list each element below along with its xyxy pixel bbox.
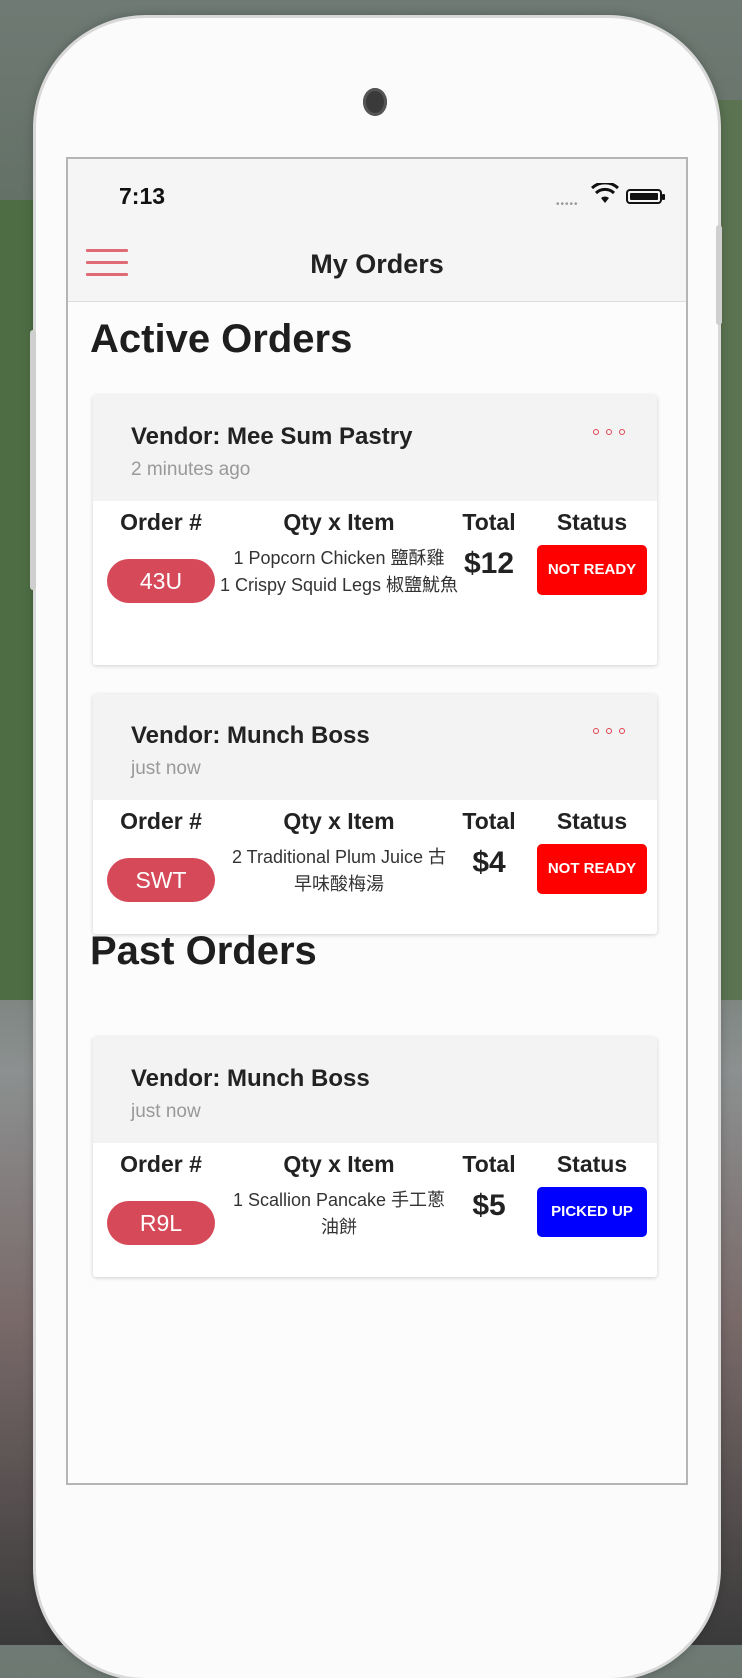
order-items: 1 Scallion Pancake 手工蔥油餅	[224, 1187, 454, 1241]
more-options-icon[interactable]	[593, 427, 629, 439]
side-button	[30, 330, 36, 590]
column-header-total: Total	[462, 808, 516, 834]
order-time: just now	[131, 1101, 201, 1122]
column-header-status: Status	[556, 808, 628, 834]
order-item: 1 Scallion Pancake 手工蔥油餅	[232, 1190, 446, 1237]
status-badge: NOT READY	[537, 844, 647, 894]
order-card-header: Vendor: Munch Boss just now	[93, 694, 657, 800]
background-foliage-left	[0, 200, 40, 1000]
status-bar: 7:13 •••••	[68, 159, 686, 229]
vendor-name: Vendor: Munch Boss	[131, 722, 370, 749]
order-card: Vendor: Munch Boss just now Order # Qty …	[93, 1037, 657, 1277]
vendor-name: Vendor: Mee Sum Pastry	[131, 423, 413, 450]
column-header-order: Order #	[120, 509, 202, 535]
wifi-icon	[591, 183, 619, 203]
app-screen: 7:13 ••••• My Orders Active Orders Vendo…	[66, 157, 688, 1485]
column-header-item: Qty x Item	[283, 1151, 395, 1177]
status-badge: PICKED UP	[537, 1187, 647, 1237]
order-card: Vendor: Mee Sum Pastry 2 minutes ago Ord…	[93, 395, 657, 665]
page-title: My Orders	[310, 249, 444, 279]
column-header-order: Order #	[120, 808, 202, 834]
order-number-badge: 43U	[107, 559, 215, 603]
vendor-name: Vendor: Munch Boss	[131, 1065, 370, 1092]
column-header-total: Total	[462, 509, 516, 535]
past-orders-heading: Past Orders	[90, 929, 317, 973]
order-card: Vendor: Munch Boss just now Order # Qty …	[93, 694, 657, 934]
order-number-badge: SWT	[107, 858, 215, 902]
active-orders-heading: Active Orders	[90, 317, 353, 361]
column-header-status: Status	[556, 509, 628, 535]
camera-icon	[363, 88, 387, 116]
order-card-header: Vendor: Munch Boss just now	[93, 1037, 657, 1143]
order-item: 1 Crispy Squid Legs 椒鹽魷魚	[219, 575, 459, 595]
nav-bar: My Orders	[68, 229, 686, 302]
order-time: just now	[131, 758, 201, 779]
more-options-icon[interactable]	[593, 726, 629, 738]
order-card-header: Vendor: Mee Sum Pastry 2 minutes ago	[93, 395, 657, 501]
side-button	[716, 225, 722, 325]
cellular-signal-icon: •••••	[556, 199, 579, 210]
clock: 7:13	[119, 183, 166, 209]
order-items: 1 Popcorn Chicken 鹽酥雞 1 Crispy Squid Leg…	[219, 545, 459, 599]
status-badge: NOT READY	[537, 545, 647, 595]
column-header-total: Total	[462, 1151, 516, 1177]
order-total: $4	[472, 846, 506, 879]
order-item: 2 Traditional Plum Juice 古早味酸梅湯	[231, 847, 447, 894]
order-item: 1 Popcorn Chicken 鹽酥雞	[233, 548, 445, 568]
column-header-item: Qty x Item	[283, 509, 395, 535]
order-total: $12	[463, 547, 515, 580]
order-number-badge: R9L	[107, 1201, 215, 1245]
battery-icon	[626, 189, 665, 204]
order-items: 2 Traditional Plum Juice 古早味酸梅湯	[229, 844, 449, 898]
column-header-status: Status	[556, 1151, 628, 1177]
order-total: $5	[472, 1189, 506, 1222]
order-time: 2 minutes ago	[131, 459, 251, 480]
column-header-item: Qty x Item	[283, 808, 395, 834]
column-header-order: Order #	[120, 1151, 202, 1177]
